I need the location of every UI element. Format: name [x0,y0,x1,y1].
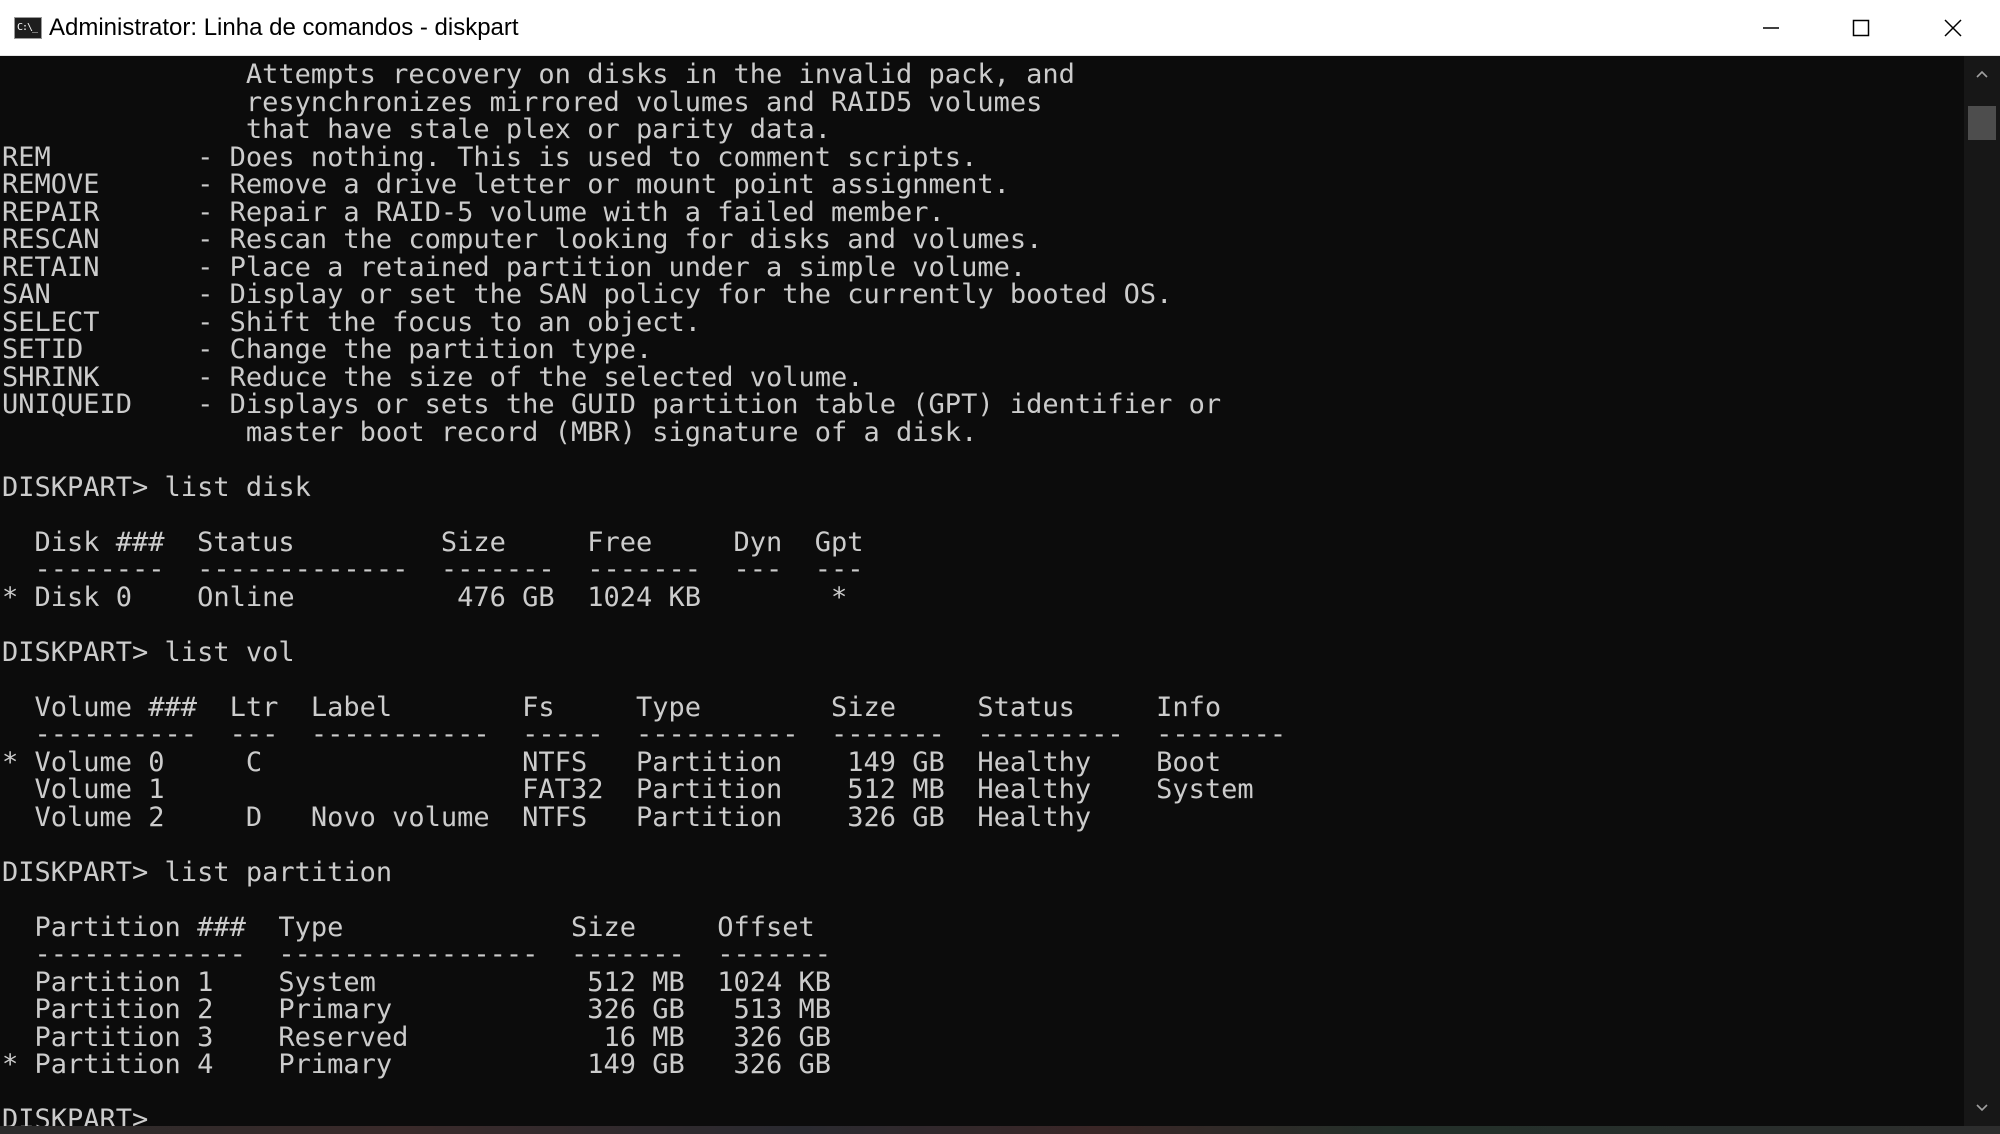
console-window: C:\_ Administrator: Linha de comandos - … [0,0,2000,1134]
console-line: master boot record (MBR) signature of a … [2,416,978,448]
maximize-button[interactable] [1816,0,1906,56]
cmd-app-icon[interactable]: C:\_ [14,17,42,39]
title-bar[interactable]: C:\_ Administrator: Linha de comandos - … [0,0,2000,56]
console-line: DISKPART> list disk [2,471,311,503]
console-text: Attempts recovery on disks in the invali… [2,61,1286,1126]
close-icon [1944,19,1962,37]
console-line: SETID - Change the partition type. [2,334,653,365]
console-line: Attempts recovery on disks in the invali… [2,59,1075,90]
console-line: resynchronizes mirrored volumes and RAID… [2,86,1043,118]
scroll-thumb[interactable] [1968,106,1996,140]
scroll-down-button[interactable] [1964,1090,2000,1126]
window-title: Administrator: Linha de comandos - diskp… [49,14,519,41]
console-line: that have stale plex or parity data. [2,114,832,145]
console-line: SHRINK - Reduce the size of the selected… [2,361,864,393]
console-line: -------- ------------- ------- ------- -… [2,554,864,585]
console-line: SELECT - Shift the focus to an object. [2,306,701,338]
console-line: RETAIN - Place a retained partition unde… [2,251,1027,283]
console-line: DISKPART> [2,1104,165,1126]
console-line: * Volume 0 C NTFS Partition 149 GB Healt… [2,746,1222,778]
console-line: Partition 2 Primary 326 GB 513 MB [2,994,832,1025]
vertical-scrollbar[interactable] [1964,56,2000,1126]
console-line: RESCAN - Rescan the computer looking for… [2,224,1043,255]
console-line: REPAIR - Repair a RAID-5 volume with a f… [2,196,945,228]
console-line: ------------- ---------------- ------- -… [2,939,832,970]
console-line: * Partition 4 Primary 149 GB 326 GB [2,1049,832,1080]
console-line: Volume 2 D Novo volume NTFS Partition 32… [2,801,1092,833]
console-line: REMOVE - Remove a drive letter or mount … [2,169,1010,200]
console-line: Disk ### Status Size Free Dyn Gpt [2,526,864,558]
console-line: REM - Does nothing. This is used to comm… [2,141,978,173]
console-line: ---------- --- ----------- ----- -------… [2,719,1287,750]
console-line: Partition ### Type Size Offset [2,911,815,943]
chevron-down-icon [1976,1104,1988,1112]
console-line: DISKPART> list partition [2,856,393,888]
console-line: UNIQUEID - Displays or sets the GUID par… [2,389,1222,420]
console-output[interactable]: Attempts recovery on disks in the invali… [0,56,1964,1126]
console-line: Partition 1 System 512 MB 1024 KB [2,966,832,998]
scroll-up-button[interactable] [1964,56,2000,92]
console-line: Volume ### Ltr Label Fs Type Size Status… [2,691,1222,723]
chevron-up-icon [1976,70,1988,78]
console-line: * Disk 0 Online 476 GB 1024 KB * [2,581,848,613]
console-line: SAN - Display or set the SAN policy for … [2,279,1173,310]
maximize-icon [1852,19,1870,37]
console-line: Partition 3 Reserved 16 MB 326 GB [2,1021,832,1053]
minimize-icon [1763,27,1779,29]
close-button[interactable] [1906,0,2000,56]
console-line: DISKPART> list vol [2,636,295,668]
console-line: Volume 1 FAT32 Partition 512 MB Healthy … [2,774,1254,805]
minimize-button[interactable] [1726,0,1816,56]
desktop-background-strip [0,1126,2000,1134]
